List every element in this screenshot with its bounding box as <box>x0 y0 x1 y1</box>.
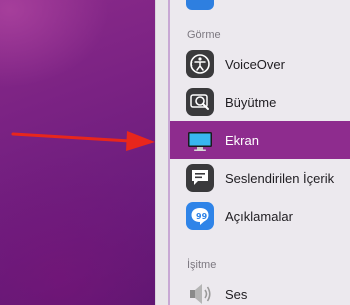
section-label-vision: Görme <box>187 29 221 41</box>
sidebar-item-display[interactable]: Ekran <box>170 121 350 159</box>
speaker-icon <box>186 280 214 305</box>
svg-text:99: 99 <box>196 212 208 221</box>
spoken-content-icon <box>186 164 214 192</box>
sidebar-item-voiceover[interactable]: VoiceOver <box>170 45 350 83</box>
zoom-icon <box>186 88 214 116</box>
accessibility-sidebar: Görme VoiceOver Büyütme Ekran Seslendiri… <box>168 0 350 305</box>
descriptions-icon: 99 <box>186 202 214 230</box>
sidebar-item-zoom[interactable]: Büyütme <box>170 83 350 121</box>
partially-hidden-item-icon[interactable] <box>186 0 214 10</box>
sidebar-item-label: Seslendirilen İçerik <box>225 170 335 186</box>
section-label-hearing: İşitme <box>187 259 217 271</box>
sidebar-item-descriptions[interactable]: 99 Açıklamalar <box>170 197 350 235</box>
sidebar-item-label: Büyütme <box>225 94 277 110</box>
display-icon <box>186 126 214 154</box>
red-arrow-annotation <box>11 131 155 151</box>
sidebar-item-label: Açıklamalar <box>225 208 293 224</box>
sidebar-item-label: Ses <box>225 286 248 302</box>
sidebar-item-spoken-content[interactable]: Seslendirilen İçerik <box>170 159 350 197</box>
sidebar-item-sound[interactable]: Ses <box>170 275 350 305</box>
sidebar-item-label: Ekran <box>225 132 259 148</box>
voiceover-icon <box>186 50 214 78</box>
sidebar-item-label: VoiceOver <box>225 56 285 72</box>
